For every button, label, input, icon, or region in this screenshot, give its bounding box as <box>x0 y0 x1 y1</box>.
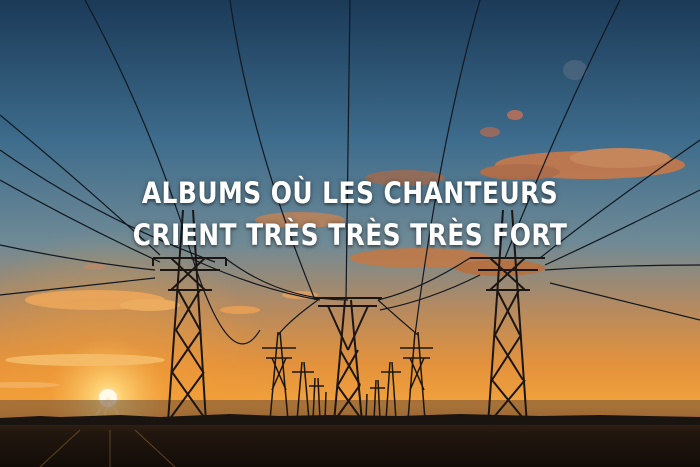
headline-line-1: ALBUMS OÙ LES CHANTEURS <box>141 176 559 210</box>
horizon-treeline <box>0 414 700 425</box>
ground <box>0 418 700 467</box>
photo-scene: ALBUMS OÙ LES CHANTEURS CRIENT TRÈS TRÈS… <box>0 0 700 467</box>
headline-line-2: CRIENT TRÈS TRÈS TRÈS FORT <box>132 218 568 252</box>
headline: ALBUMS OÙ LES CHANTEURS CRIENT TRÈS TRÈS… <box>49 172 651 256</box>
